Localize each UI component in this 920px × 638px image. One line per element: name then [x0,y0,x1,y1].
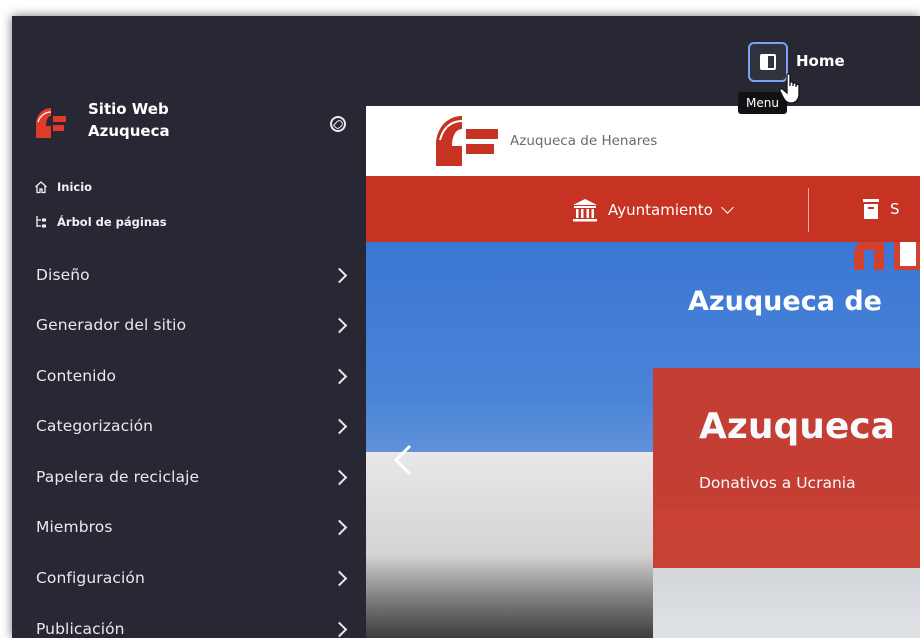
site-name[interactable]: Sitio Web Azuqueca [88,98,288,142]
menu-divider [808,188,809,232]
site-header: Azuqueca de Henares [366,106,920,176]
chevron-right-icon [331,317,348,333]
sidebar-item-papelera[interactable]: Papelera de reciclaje [12,452,366,502]
menu-item-label: Ayuntamiento [608,201,713,219]
chevron-right-icon [331,418,348,434]
sidebar-item-label: Diseño [36,266,90,284]
sidebar-item-label: Miembros [36,518,113,536]
site-name-line1: Sitio Web [88,100,169,118]
archive-icon [863,199,879,219]
sidebar-item-categorizacion[interactable]: Categorización [12,401,366,451]
hero-photo [366,452,653,638]
menu-item-second[interactable]: S [862,198,900,220]
sidebar-item-configuracion[interactable]: Configuración [12,553,366,603]
site-name-line2: Azuqueca [88,122,170,140]
site-main-menu: Ayuntamiento S [366,176,920,242]
hero-panel-subtitle: Donativos a Ucrania [699,474,856,492]
chevron-down-icon [720,201,734,214]
site-header-block: Sitio Web Azuqueca [34,98,354,148]
site-preview: Azuqueca de Henares Ayuntamiento S Azuqu… [366,106,920,638]
site-logo-icon [36,108,66,138]
hero-heading: Azuqueca de [688,286,882,317]
page-title: Home [796,52,845,70]
quick-link-home[interactable]: Inicio [34,177,92,197]
app-window: Sitio Web Azuqueca Inicio Árbol de págin… [12,16,920,638]
hero-panel-title: Azuqueca [699,406,895,447]
sidebar-item-label: Generador del sitio [36,316,187,334]
chevron-right-icon [331,570,348,586]
sidebar-item-label: Configuración [36,569,145,587]
quick-link-page-tree[interactable]: Árbol de páginas [34,212,167,232]
page-tree-icon [36,216,46,228]
hand-cursor-icon [779,73,800,104]
sidebar-item-label: Categorización [36,417,154,435]
sidebar-item-label: Publicación [36,620,125,638]
azuqueca-logo-icon[interactable] [432,112,504,168]
sidebar-item-label: Contenido [36,367,117,385]
quick-link-label: Árbol de páginas [57,215,167,229]
hero-logo-graphic [854,242,920,270]
home-icon [35,181,47,194]
sidebar-item-miembros[interactable]: Miembros [12,502,366,552]
product-menu-sidebar: Sitio Web Azuqueca Inicio Árbol de págin… [12,16,366,638]
hero-carousel: Azuqueca de Azuqueca Donativos a Ucrania [366,242,920,638]
compass-icon[interactable] [330,116,346,132]
town-hall-icon [573,199,597,222]
chevron-right-icon [331,368,348,384]
quick-link-label: Inicio [57,180,93,194]
sidebar-item-diseno[interactable]: Diseño [12,250,366,300]
chevron-right-icon [331,469,348,485]
chevron-right-icon [331,519,348,535]
sidebar-toggle-icon [760,54,776,70]
sidebar-item-publicacion[interactable]: Publicación [12,604,366,638]
chevron-right-icon [331,267,348,283]
sidebar-item-contenido[interactable]: Contenido [12,351,366,401]
sidebar-item-generador[interactable]: Generador del sitio [12,300,366,350]
menu-item-ayuntamiento[interactable]: Ayuntamiento [572,198,734,222]
site-brand-name[interactable]: Azuqueca de Henares [510,133,657,149]
chevron-right-icon [331,621,348,637]
sidebar-item-label: Papelera de reciclaje [36,468,200,486]
menu-item-label: S [890,200,900,218]
carousel-prev-icon[interactable] [384,442,418,476]
hero-panel[interactable]: Azuqueca Donativos a Ucrania [653,368,920,568]
control-menu: Home [366,16,920,106]
